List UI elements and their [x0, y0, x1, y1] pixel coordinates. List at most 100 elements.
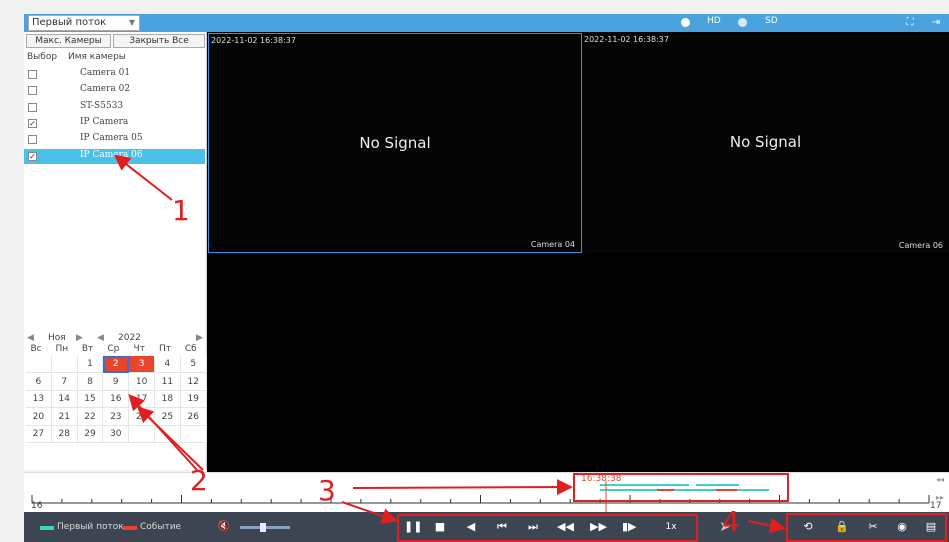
calendar-day[interactable]: 10 [129, 373, 155, 391]
calendar-day[interactable]: 8 [77, 373, 104, 391]
calendar-day[interactable]: 14 [51, 391, 78, 409]
volume-slider[interactable] [240, 523, 290, 532]
camera-list-item[interactable]: Camera 01 [24, 67, 205, 82]
calendar-day[interactable]: 5 [180, 356, 207, 373]
zoom-in-icon[interactable]: ◂◂ [936, 475, 944, 484]
calendar-day[interactable]: 27 [26, 426, 52, 444]
zoom-out-icon[interactable]: ▸▸ [936, 493, 944, 502]
col-camera-name: Имя камеры [68, 52, 126, 62]
calendar-day[interactable]: 1 [77, 356, 104, 373]
calendar-day[interactable]: 17 [129, 391, 155, 409]
calendar-day [129, 426, 155, 444]
camera-checkbox[interactable]: ✓ [28, 118, 37, 128]
calendar-weekday: Пн [55, 344, 69, 354]
calendar-day[interactable]: 3 [129, 356, 155, 373]
fullscreen-icon[interactable]: ⛶ [904, 17, 916, 29]
video-tile[interactable]: 2022-11-02 16:38:37 No Signal Camera 04 [208, 33, 582, 253]
calendar-day[interactable]: 29 [77, 426, 104, 444]
camera-checkbox[interactable] [28, 102, 37, 112]
stream-select-value: Первый поток [32, 17, 107, 28]
radio-hd[interactable] [681, 18, 690, 27]
camera-name: IP Camera [80, 116, 129, 127]
calendar-day[interactable]: 6 [26, 373, 52, 391]
calendar-day[interactable]: 26 [180, 408, 207, 426]
calendar-day[interactable]: 20 [26, 408, 52, 426]
calendar: ◀ Ноя ▶ ◀ 2022 ▶ Вс Пн Вт Ср Чт Пт Сб 1 2 3 4 5 6 7 8 9… [24, 333, 207, 468]
annotation-box-timeline [573, 473, 789, 502]
tile-camera-name: Camera 06 [898, 241, 943, 250]
next-year-icon[interactable]: ▶ [196, 333, 203, 343]
stream-legend-swatch [40, 526, 54, 530]
video-area: 2022-11-02 16:38:37 No Signal Camera 04 … [207, 32, 949, 472]
camera-name: IP Camera 05 [80, 133, 143, 144]
event-legend-swatch [123, 526, 137, 530]
prev-month-icon[interactable]: ◀ [27, 333, 34, 343]
calendar-day [180, 426, 207, 444]
camera-name: ST-S5533 [80, 100, 124, 111]
calendar-day[interactable]: 4 [155, 356, 181, 373]
camera-name: Camera 02 [80, 84, 131, 95]
calendar-day[interactable]: 30 [103, 426, 130, 444]
calendar-day[interactable]: 25 [155, 408, 181, 426]
camera-name: Camera 01 [80, 68, 131, 78]
camera-list-item[interactable]: ST-S5533 [24, 100, 205, 115]
camera-checkbox[interactable] [28, 70, 37, 79]
calendar-weekday: Чт [133, 344, 145, 354]
max-cameras-button[interactable]: Макс. Камеры [26, 34, 111, 48]
camera-checkbox[interactable] [28, 135, 37, 145]
calendar-day[interactable]: 7 [51, 373, 78, 391]
tile-timestamp: 2022-11-02 16:38:37 [211, 36, 296, 45]
calendar-day[interactable]: 16 [103, 391, 130, 409]
timeline-end-label: 17 [930, 501, 942, 511]
close-all-button[interactable]: Закрыть Все [113, 34, 205, 48]
camera-panel: Макс. Камеры Закрыть Все Выбор Имя камер… [24, 32, 207, 470]
camera-list-item[interactable]: Camera 02 [24, 83, 205, 98]
annotation-number-2: 2 [190, 464, 208, 497]
video-tile[interactable]: 2022-11-02 16:38:37 No Signal Camera 06 [582, 33, 949, 253]
stream-select[interactable]: Первый поток ▼ [28, 15, 140, 31]
calendar-day[interactable]: 12 [180, 373, 207, 391]
col-select: Выбор [27, 52, 58, 62]
calendar-day[interactable]: 13 [26, 391, 52, 409]
chevron-down-icon: ▼ [128, 18, 136, 27]
calendar-day[interactable]: 15 [77, 391, 104, 409]
calendar-day [26, 356, 52, 373]
calendar-day[interactable]: 11 [155, 373, 181, 391]
camera-checkbox[interactable] [28, 86, 37, 96]
annotation-box-playback [397, 514, 698, 542]
no-signal-text: No Signal [359, 134, 431, 152]
calendar-day[interactable]: 2 [103, 356, 130, 373]
calendar-day[interactable]: 22 [77, 408, 104, 426]
calendar-day [155, 426, 181, 444]
calendar-day[interactable]: 9 [103, 373, 130, 391]
timeline-scale [31, 481, 930, 513]
camera-checkbox[interactable]: ✓ [28, 151, 37, 161]
camera-name: IP Camera 06 [80, 149, 143, 160]
calendar-day[interactable]: 18 [155, 391, 181, 409]
exit-icon[interactable]: ⇥ [930, 17, 942, 29]
volume-knob[interactable] [260, 523, 266, 532]
camera-list-header: Выбор Имя камеры [24, 52, 207, 64]
event-legend-label: Событие [140, 522, 182, 532]
timeline-start-label: 16 [31, 501, 43, 511]
top-bar: Первый поток ▼ HD SD ⛶ ⇥ [24, 14, 949, 32]
radio-hd-label: HD [707, 16, 721, 26]
prev-year-icon[interactable]: ◀ [97, 333, 104, 343]
calendar-month: Ноя [48, 333, 66, 343]
tile-camera-name: Camera 04 [530, 240, 575, 249]
radio-sd[interactable] [738, 18, 747, 27]
calendar-day[interactable]: 28 [51, 426, 78, 444]
calendar-day[interactable]: 19 [180, 391, 207, 409]
calendar-day[interactable]: 21 [51, 408, 78, 426]
tile-timestamp: 2022-11-02 16:38:37 [584, 35, 669, 44]
next-month-icon[interactable]: ▶ [76, 333, 83, 343]
camera-list-item[interactable]: ✓ IP Camera 06 [24, 148, 205, 164]
calendar-day [51, 356, 78, 373]
mute-icon[interactable]: 🔇 [217, 520, 231, 534]
calendar-year: 2022 [118, 333, 141, 343]
camera-list-item[interactable]: ✓ IP Camera [24, 116, 205, 131]
camera-list-item[interactable]: IP Camera 05 [24, 132, 205, 147]
calendar-day[interactable]: 23 [103, 408, 130, 426]
calendar-day[interactable]: 24 [129, 408, 155, 426]
timeline[interactable]: 16 17 16:38:38 ◂◂ ▸▸ [24, 472, 949, 513]
